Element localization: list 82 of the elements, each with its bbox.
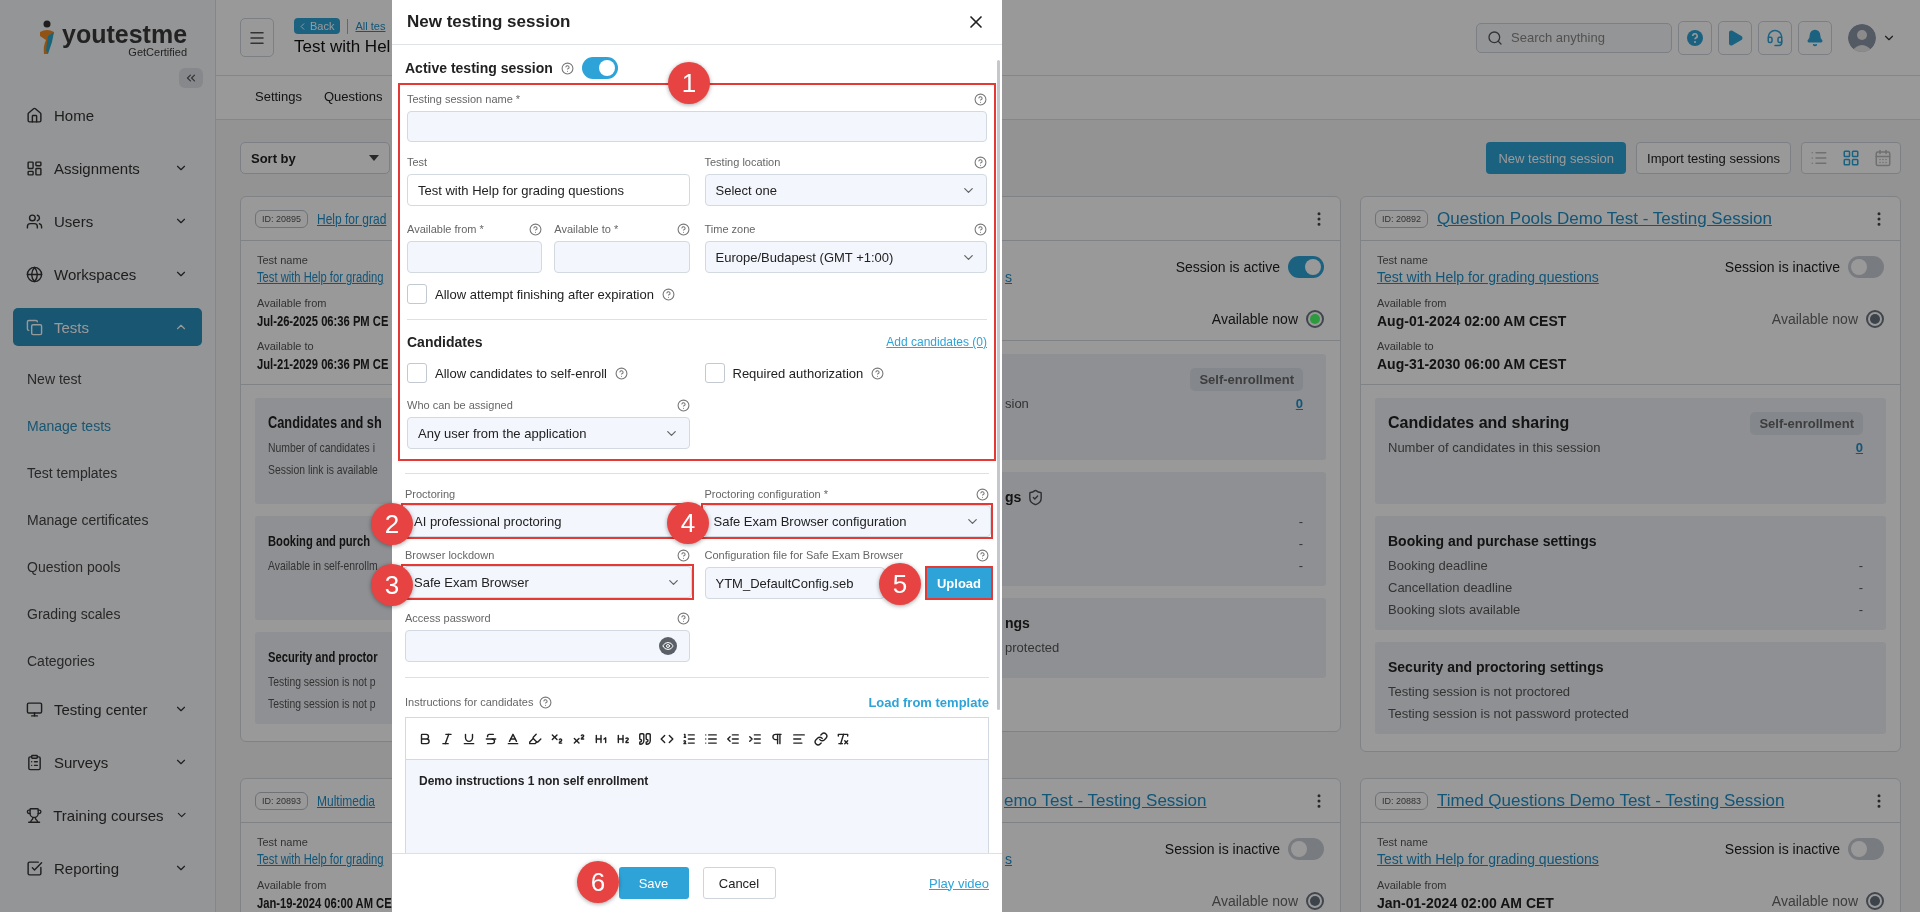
availability-text: Available now	[1211, 893, 1298, 909]
field-label: Available to	[1377, 339, 1435, 354]
date-text: Jan-01-2024 02:00 AM CET	[1377, 895, 1555, 911]
section-text: sion	[1005, 396, 1029, 413]
field-label: Test	[407, 156, 428, 168]
field-label: Test name	[1377, 835, 1429, 850]
date-text: Aug-31-2030 06:00 AM CEST	[1377, 356, 1568, 372]
section-text: Testing session is not p	[268, 674, 376, 691]
section-text: Cancellation deadline	[1388, 580, 1513, 597]
id-label: ID: 20895	[255, 209, 309, 228]
session-status: Session is active	[1175, 259, 1280, 275]
section-title: gs	[1005, 489, 1022, 505]
page-title: Test with Hel	[294, 37, 391, 57]
checkbox-label: Allow candidates to self-enroll	[435, 365, 607, 381]
field-label: Access password	[405, 612, 491, 624]
id-label: ID: 20883	[1375, 791, 1429, 810]
availability-text: Available now	[1771, 893, 1858, 909]
section-title: Candidates and sharing	[1388, 414, 1570, 432]
section-text: Booking slots available	[1388, 602, 1521, 619]
field-label: Active testing session	[405, 60, 553, 76]
section-text: Booking deadline	[1388, 558, 1488, 575]
session-status: Session is inactive	[1724, 259, 1840, 275]
step-number: 4	[667, 502, 709, 544]
section-text: Testing session is not password protected	[1388, 706, 1629, 723]
section-title: Security and proctoring settings	[1388, 659, 1604, 675]
field-label: Test name	[257, 253, 309, 268]
section-title: ngs	[1005, 615, 1030, 631]
section-title: Security and proctor	[268, 649, 378, 665]
field-label: Available from	[257, 296, 328, 311]
session-status: Session is inactive	[1164, 841, 1280, 857]
id-label: ID: 20892	[1375, 209, 1429, 228]
field-label: Proctoring configuration *	[704, 488, 828, 500]
date-text: Jan-19-2024 06:00 AM CE	[257, 895, 392, 911]
logo-text: youtestme	[62, 20, 188, 48]
field-label: Test name	[257, 835, 309, 850]
field-label: Testing session name *	[407, 93, 521, 105]
value-text: -	[1298, 536, 1303, 553]
id-label: ID: 20893	[255, 791, 309, 810]
step-number: 6	[577, 861, 619, 903]
section-title: Candidates	[407, 334, 483, 350]
instructions-text: Demo instructions 1 non self enrollment	[419, 774, 650, 788]
dialog-title: New testing session	[407, 12, 571, 32]
field-label: Configuration file for Safe Exam Browser	[704, 549, 904, 561]
section-text: Available in self-enrollm	[268, 558, 378, 575]
value-text: -	[1858, 602, 1863, 619]
section-text: Session link is available	[268, 462, 378, 479]
section-title: Candidates and sh	[268, 414, 382, 432]
logo-tagline: GetCertified	[128, 46, 188, 58]
field-label: Available from *	[407, 223, 484, 235]
field-label: Time zone	[704, 223, 756, 235]
value-text: -	[1298, 514, 1303, 531]
date-text: Aug-01-2024 02:00 AM CEST	[1377, 313, 1568, 329]
section-title: Booking and purchase settings	[1388, 533, 1597, 549]
field-label: Test name	[1377, 253, 1429, 268]
badge: Self-enrollment	[1750, 411, 1863, 435]
step-number: 5	[879, 563, 921, 605]
checkbox-label: Required authorization	[732, 365, 864, 381]
field-label: Who can be assigned	[407, 399, 513, 411]
field-label: Instructions for candidates	[405, 696, 534, 708]
field-label: Browser lockdown	[405, 549, 495, 561]
section-text: Number of candidates in this session	[1388, 440, 1601, 457]
section-text: Testing session is not proctored	[1388, 684, 1571, 701]
availability-text: Available now	[1211, 311, 1298, 327]
field-label: Testing location	[704, 156, 781, 168]
field-label: Available from	[1377, 878, 1448, 893]
value-text: -	[1858, 580, 1863, 597]
field-label: Available to *	[554, 223, 619, 235]
checkbox-label: Allow attempt finishing after expiration	[435, 286, 654, 302]
session-status: Session is inactive	[1724, 841, 1840, 857]
date-text: Jul-21-2029 06:36 PM CE	[257, 356, 389, 372]
availability-text: Available now	[1771, 311, 1858, 327]
value-text: -	[1298, 558, 1303, 575]
section-text: protected	[1005, 640, 1060, 657]
section-text: Testing session is not p	[268, 696, 376, 713]
field-label: Proctoring	[405, 488, 456, 500]
badge: Self-enrollment	[1190, 367, 1303, 391]
field-label: Available from	[1377, 296, 1448, 311]
section-title: Booking and purch	[268, 533, 371, 549]
step-number: 1	[668, 62, 710, 104]
value-text: -	[1858, 558, 1863, 575]
field-label: Available from	[257, 878, 328, 893]
date-text: Jul-26-2025 06:36 PM CE	[257, 313, 389, 329]
